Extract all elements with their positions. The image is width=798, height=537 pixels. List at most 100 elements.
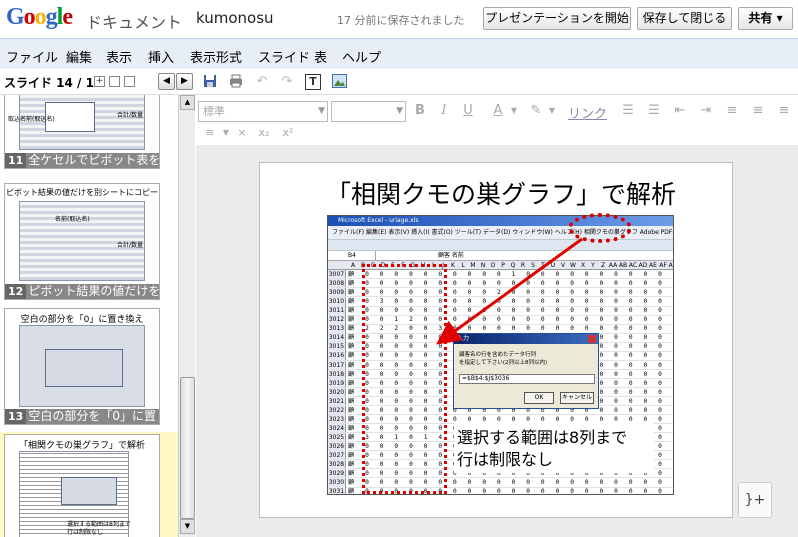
slide[interactable]: 「相関クモの巣グラフ」で解析 Microsoft Excel - uriage.… — [259, 162, 733, 518]
excel-column-header: A — [350, 262, 356, 269]
underline-icon[interactable]: U — [460, 103, 476, 119]
menu-table[interactable]: 表 — [314, 47, 327, 66]
menu-insert[interactable]: 挿入 — [148, 47, 174, 66]
next-slide-button[interactable]: ▶ — [176, 73, 193, 90]
menu-view[interactable]: 表示 — [106, 47, 132, 66]
thumbnail-dialog — [61, 477, 117, 505]
thumbnail-dialog — [45, 349, 123, 387]
excel-column-header: L — [461, 262, 465, 269]
app-header: Google ドキュメント kumonosu 17 分前に保存されました プレゼ… — [0, 0, 798, 38]
thumbnail-note: 合計/数量 — [117, 242, 144, 249]
slide-title[interactable]: 「相関クモの巣グラフ」で解析 — [326, 175, 676, 211]
scroll-up-icon[interactable]: ▲ — [180, 95, 195, 110]
start-presentation-button[interactable]: プレゼンテーションを開始 — [483, 7, 631, 30]
save-icon[interactable] — [202, 74, 218, 90]
excel-column-header: W — [570, 262, 576, 269]
excel-column-header: Z — [600, 262, 606, 269]
highlight-color-icon[interactable]: ✎ — [528, 103, 544, 119]
thumbnail-frame: 取込名前(取込名) 合計/数量 11全ケセルでピボット表を使う — [4, 95, 160, 169]
print-icon[interactable] — [228, 74, 244, 90]
clear-format-icon[interactable]: × — [234, 125, 250, 141]
increase-indent-icon[interactable]: ⇥ — [698, 103, 714, 119]
add-comment-icon[interactable]: }+ — [738, 482, 772, 518]
insert-textbox-icon[interactable]: T — [305, 74, 321, 90]
insert-link-button[interactable]: リンク — [568, 103, 607, 122]
menu-highlight-oval — [568, 213, 632, 243]
scroll-down-icon[interactable]: ▼ — [180, 519, 195, 534]
excel-column-header: U — [550, 262, 556, 269]
font-style-value: 標準 — [203, 105, 225, 118]
menu-format[interactable]: 表示形式 — [190, 47, 242, 66]
excel-row-number: 3021 — [328, 396, 346, 406]
excel-column-header: X — [580, 262, 586, 269]
superscript-icon[interactable]: x² — [280, 125, 296, 141]
bold-icon[interactable]: B — [412, 103, 428, 119]
excel-row-number: 3015 — [328, 342, 346, 351]
excel-row-number: 3022 — [328, 405, 346, 415]
excel-name-box: B4 — [328, 251, 376, 261]
selection-range-highlight — [362, 264, 447, 494]
excel-row-number: 3028 — [328, 460, 346, 469]
menu-edit[interactable]: 編集 — [66, 47, 92, 66]
menu-slide[interactable]: スライド — [258, 47, 310, 66]
decrease-indent-icon[interactable]: ⇤ — [672, 103, 688, 119]
slide-thumbnail-panel: 取込名前(取込名) 合計/数量 11全ケセルでピボット表を使う ピボット結果の値… — [0, 95, 178, 537]
undo-icon[interactable]: ↶ — [254, 74, 270, 90]
align-center-icon[interactable]: ≡ — [750, 103, 766, 119]
redo-icon[interactable]: ↷ — [279, 74, 295, 90]
excel-column-header: AE — [649, 262, 657, 269]
excel-input-dialog: 入力 顧客名の行を含めたデータ行列 を指定して下さい(2列以上8列以内) =$B… — [453, 333, 599, 409]
excel-row-number: 3013 — [328, 324, 346, 333]
slide-caption[interactable]: 選択する範囲は8列まで 行は制限なし — [457, 427, 627, 471]
align-justify-icon[interactable]: ≡ — [202, 125, 218, 141]
excel-row-number: 3010 — [328, 297, 346, 306]
dialog-input: =$B$4:$J$3036 — [459, 374, 595, 384]
excel-column-header: S — [531, 262, 535, 269]
thumbnail-number: 11 — [5, 153, 27, 168]
scrollbar-thumb[interactable] — [180, 377, 195, 519]
thumbnail-label: 13空白の部分を「0」に置き — [5, 409, 159, 424]
thumbnail-frame: 「相関クモの巣グラフ」で解析 選択する範囲は8列まで 行は制限なし — [4, 434, 160, 537]
save-and-close-button[interactable]: 保存して閉じる — [637, 7, 732, 30]
add-slide-icon[interactable]: + — [94, 76, 105, 87]
format-toolbar: 標準 ▼ ▼ B I U A ▼ ✎ ▼ リンク ☰ ☰ ⇤ ⇥ ≡ ≡ ≡ ≡… — [196, 95, 798, 145]
font-style-select[interactable]: 標準 ▼ — [198, 101, 328, 122]
excel-row-number: 3029 — [328, 469, 346, 478]
menu-help[interactable]: ヘルプ — [342, 47, 381, 66]
excel-formula-text: 顧客 名前 — [438, 252, 464, 259]
excel-row-number: 3018 — [328, 369, 346, 378]
bulleted-list-icon[interactable]: ☰ — [646, 103, 662, 119]
text-color-icon[interactable]: A — [490, 103, 506, 119]
thumbnail-note: 取込名前(取込名) — [8, 116, 55, 123]
duplicate-slide-icon[interactable] — [109, 76, 120, 87]
previous-slide-button[interactable]: ◀ — [158, 73, 175, 90]
italic-icon[interactable]: I — [436, 103, 452, 119]
chevron-down-icon: ▼ — [396, 106, 403, 116]
font-size-select[interactable]: ▼ — [331, 101, 406, 122]
subscript-icon[interactable]: x₂ — [256, 125, 272, 141]
chevron-down-icon[interactable]: ▼ — [544, 103, 560, 119]
chevron-down-icon[interactable]: ▼ — [218, 125, 234, 141]
excel-row-number: 3027 — [328, 451, 346, 460]
dialog-prompt: を指定して下さい(2列以上8列以内) — [459, 360, 548, 366]
document-title[interactable]: kumonosu — [196, 9, 274, 27]
thumbnail-caption: 全ケセルでピボット表を使う — [28, 153, 160, 167]
excel-column-header: AC — [628, 262, 638, 269]
excel-row-number: 3019 — [328, 378, 346, 387]
numbered-list-icon[interactable]: ☰ — [620, 103, 636, 119]
excel-column-header: M — [470, 262, 476, 269]
google-logo[interactable]: Google — [6, 4, 73, 31]
align-right-icon[interactable]: ≡ — [776, 103, 792, 119]
insert-image-icon[interactable] — [331, 74, 347, 90]
share-button[interactable]: 共有 ▾ — [738, 7, 793, 30]
excel-row-number: 3007 — [328, 270, 346, 279]
menu-file[interactable]: ファイル — [6, 47, 58, 66]
align-left-icon[interactable]: ≡ — [724, 103, 740, 119]
thumbnail-frame: ピボット結果の値だけを別シートにコピー 名前(取込名) 合計/数量 12 ピボット… — [4, 183, 160, 300]
chevron-down-icon[interactable]: ▼ — [506, 103, 522, 119]
thumbnail-scrollbar[interactable]: ▲ ▼ — [178, 95, 195, 537]
thumbnail-slide-14-selected[interactable]: 「相関クモの巣グラフ」で解析 選択する範囲は8列まで 行は制限なし — [0, 432, 178, 537]
delete-slide-icon[interactable] — [124, 76, 135, 87]
thumbnail-title: ピボット結果の値だけを別シートにコピー — [6, 188, 158, 197]
excel-column-header: AG — [668, 262, 673, 269]
